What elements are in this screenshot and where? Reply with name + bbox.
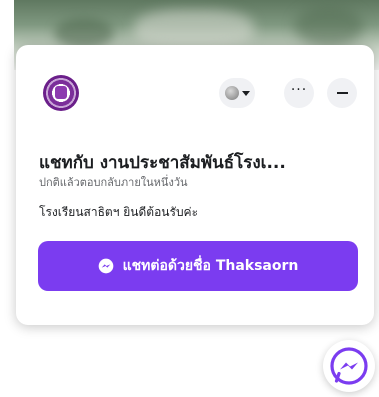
avatar bbox=[224, 86, 239, 100]
account-switcher-button[interactable] bbox=[219, 78, 255, 108]
messenger-icon bbox=[98, 258, 113, 274]
greeting-message: โรงเรียนสาธิตฯ ยินดีต้อนรับค่ะ bbox=[39, 205, 199, 219]
school-logo bbox=[43, 75, 79, 111]
more-icon: ··· bbox=[290, 82, 308, 98]
chevron-down-icon bbox=[241, 90, 250, 96]
more-options-button[interactable]: ··· bbox=[284, 78, 314, 108]
messenger-launcher-button[interactable] bbox=[323, 340, 375, 392]
minimize-button[interactable] bbox=[327, 78, 357, 108]
response-time-text: ปกติแล้วตอบกลับภายในหนึ่งวัน bbox=[39, 176, 188, 189]
continue-chat-button[interactable]: แชทต่อด้วยชื่อ Thaksaorn bbox=[38, 241, 358, 291]
chat-plugin-card: ··· แชทกับ งานประชาสัมพันธ์โรงเ... ปกติแ… bbox=[16, 45, 374, 325]
chat-title: แชทกับ งานประชาสัมพันธ์โรงเ... bbox=[39, 153, 286, 173]
continue-chat-label: แชทต่อด้วยชื่อ Thaksaorn bbox=[122, 258, 299, 274]
messenger-icon bbox=[330, 347, 368, 385]
minimize-icon bbox=[336, 92, 348, 94]
